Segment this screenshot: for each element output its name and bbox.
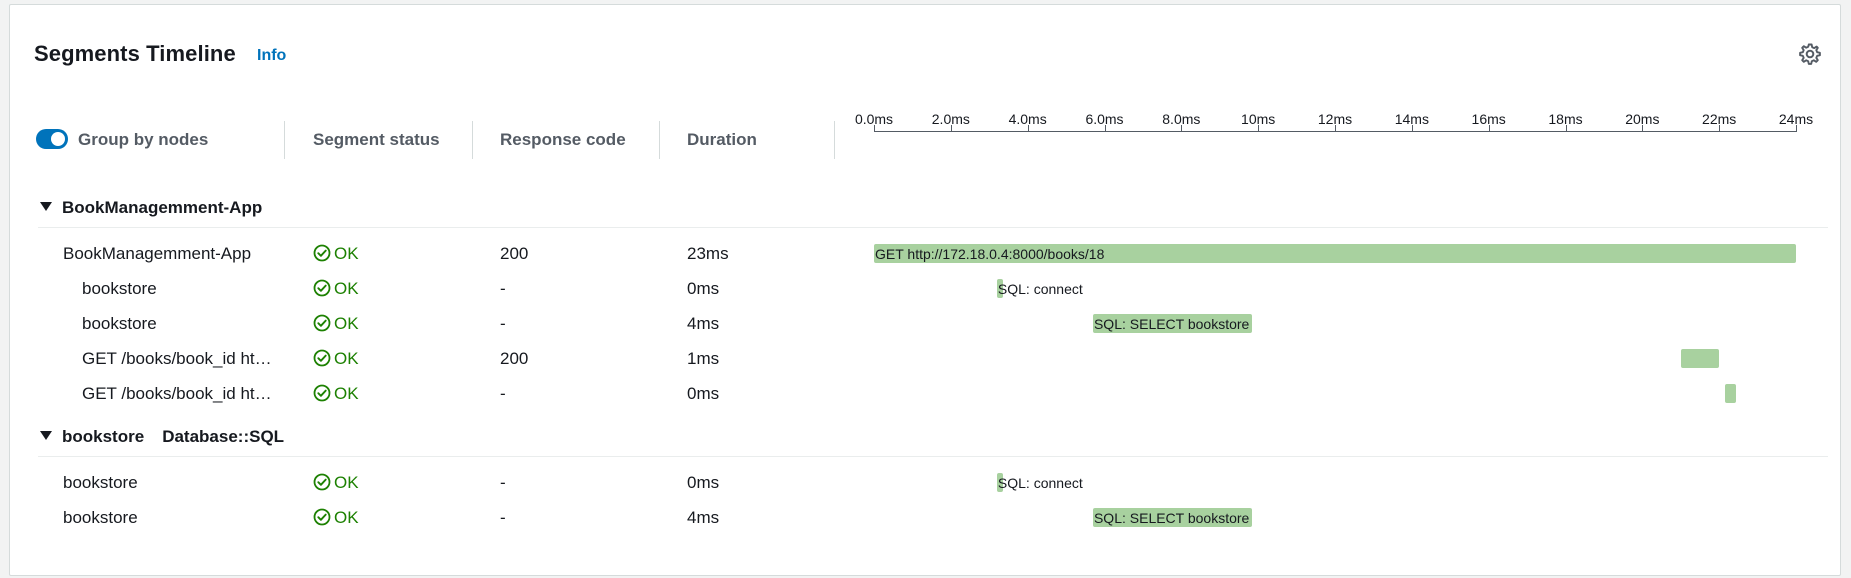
segment-row[interactable]: BookManagemment-App OK 200 23ms GET http://1… [10, 236, 1842, 270]
duration: 0ms [687, 279, 720, 298]
duration: 1ms [687, 349, 720, 368]
segment-row[interactable]: bookstore OK - 0ms SQL: connect [10, 465, 1842, 499]
response-code: 200 [500, 244, 529, 263]
check-circle-icon [313, 279, 334, 298]
segment-row[interactable]: bookstore OK - 4ms SQL: SELECT bookstore [10, 500, 1842, 534]
group-divider [38, 456, 1828, 457]
duration: 4ms [687, 314, 720, 333]
check-circle-icon [313, 384, 334, 403]
segment-row[interactable]: GET /books/book_id ht… OK - 0ms [10, 376, 1842, 410]
timeline-bar-label: SQL: connect [997, 475, 1083, 491]
duration: 23ms [687, 244, 729, 263]
segment-status: OK [313, 384, 359, 404]
check-circle-icon [313, 508, 334, 527]
axis-tick-label: 20ms [1625, 111, 1660, 127]
segment-name: bookstore [63, 508, 138, 527]
timeline-bar-label: SQL: connect [997, 281, 1083, 297]
check-circle-icon [313, 349, 334, 368]
group-by-nodes-label: Group by nodes [78, 130, 209, 149]
segment-name: bookstore [63, 473, 138, 492]
axis-tick-label: 18ms [1548, 111, 1583, 127]
status-text: OK [334, 508, 359, 527]
response-code: - [500, 384, 506, 403]
column-divider [659, 121, 660, 159]
segment-name: bookstore [82, 314, 157, 333]
group-name: bookstore [62, 427, 145, 446]
segment-status: OK [313, 314, 359, 334]
column-header-response-code[interactable]: Response code [500, 130, 626, 150]
axis-tick-label: 10ms [1241, 111, 1276, 127]
group-by-nodes-toggle[interactable] [36, 129, 68, 149]
column-divider [834, 121, 835, 159]
segment-status: OK [313, 508, 359, 528]
axis-tick-label: 8.0ms [1162, 111, 1201, 127]
status-text: OK [334, 314, 359, 333]
caret-down-icon[interactable] [40, 431, 52, 440]
column-header-segment-status[interactable]: Segment status [313, 130, 440, 150]
segments-timeline-panel: Segments Timeline Info Group by nodes Se… [9, 4, 1841, 576]
check-circle-icon [313, 314, 334, 333]
response-code: - [500, 473, 506, 492]
segment-row[interactable]: bookstore OK - 0ms SQL: connect [10, 271, 1842, 305]
axis-tick-label: 12ms [1317, 111, 1353, 127]
axis-tick-label: 0.0ms [854, 111, 894, 127]
caret-down-icon[interactable] [40, 202, 52, 211]
check-circle-icon [313, 473, 334, 492]
toggle-knob [51, 132, 65, 146]
duration: 0ms [687, 473, 720, 492]
column-header-duration[interactable]: Duration [687, 130, 757, 150]
gear-icon[interactable] [1798, 42, 1822, 66]
info-link[interactable]: Info [257, 47, 286, 65]
panel-title: Segments Timeline [34, 41, 236, 66]
group-divider [38, 227, 1828, 228]
response-code: - [500, 279, 506, 298]
segment-name: bookstore [82, 279, 157, 298]
response-code: 200 [500, 349, 529, 368]
timeline-bar-label: SQL: SELECT bookstore [1093, 510, 1250, 526]
response-code: - [500, 314, 506, 333]
axis-tick-label: 4.0ms [1008, 111, 1047, 127]
response-code: - [500, 508, 506, 527]
segment-name: GET /books/book_id ht… [82, 384, 272, 403]
segment-status: OK [313, 279, 359, 299]
status-text: OK [334, 384, 359, 403]
check-circle-icon [313, 244, 334, 263]
segment-name: GET /books/book_id ht… [82, 349, 272, 368]
status-text: OK [334, 473, 359, 492]
axis-tick-label: 22ms [1702, 111, 1737, 127]
segment-name: BookManagemment-App [63, 244, 252, 263]
column-divider [472, 121, 473, 159]
timeline-bar-label: GET http://172.18.0.4:8000/books/18 [875, 246, 1105, 262]
axis-tick-label: 24ms [1778, 111, 1814, 127]
axis-tick-label: 6.0ms [1085, 111, 1124, 127]
group-name: BookManagemment-App [62, 198, 263, 217]
group-header[interactable]: BookManagemment-App [40, 198, 262, 218]
timeline-bar[interactable] [1680, 349, 1720, 368]
status-text: OK [334, 349, 359, 368]
group-type: Database::SQL [162, 427, 285, 446]
duration: 0ms [687, 384, 720, 403]
axis-tick-label: 14ms [1394, 111, 1429, 127]
column-divider [284, 121, 285, 159]
timeline-bar-label: SQL: SELECT bookstore [1093, 316, 1250, 332]
segment-status: OK [313, 349, 359, 369]
segment-status: OK [313, 244, 359, 264]
duration: 4ms [687, 508, 720, 527]
axis-tick-label: 2.0ms [931, 111, 970, 127]
segment-status: OK [313, 473, 359, 493]
timeline-bar[interactable] [1724, 384, 1737, 403]
status-text: OK [334, 244, 359, 263]
axis-tick-label: 16ms [1471, 111, 1506, 127]
group-header[interactable]: bookstore Database::SQL [40, 427, 284, 447]
status-text: OK [334, 279, 359, 298]
segment-row[interactable]: GET /books/book_id ht… OK 200 1ms [10, 341, 1842, 375]
segment-row[interactable]: bookstore OK - 4ms SQL: SELECT bookstore [10, 306, 1842, 340]
